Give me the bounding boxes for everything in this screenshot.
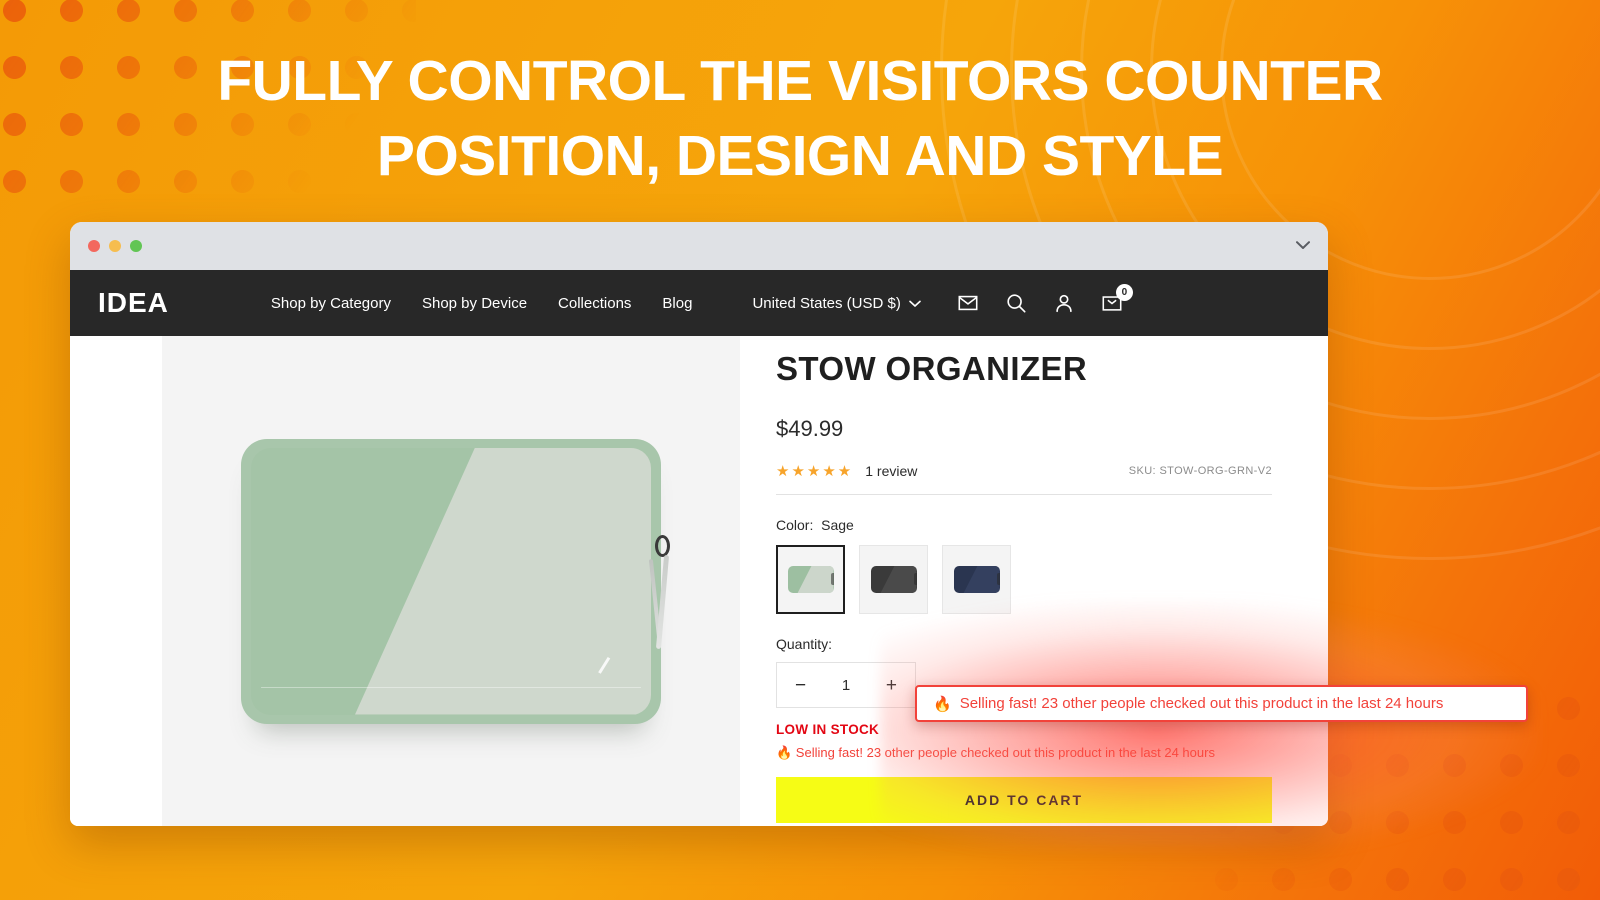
cart-count-badge: 0 bbox=[1115, 284, 1133, 301]
nav-item-collections[interactable]: Collections bbox=[558, 295, 631, 312]
quantity-decrement-button[interactable]: − bbox=[795, 676, 806, 695]
quantity-increment-button[interactable]: + bbox=[886, 676, 897, 695]
header-icon-group: 0 bbox=[957, 284, 1133, 314]
product-pouch-illustration bbox=[241, 438, 661, 724]
swatch-thumbnail bbox=[953, 566, 1000, 593]
maximize-window-icon[interactable] bbox=[130, 240, 142, 252]
site-header: IDEA Shop by Category Shop by Device Col… bbox=[70, 270, 1328, 336]
product-price: $49.99 bbox=[776, 416, 844, 441]
quantity-value[interactable]: 1 bbox=[842, 677, 850, 694]
quantity-stepper[interactable]: − 1 + bbox=[776, 662, 916, 708]
product-gallery[interactable] bbox=[162, 336, 740, 826]
review-count[interactable]: 1 review bbox=[865, 463, 917, 479]
chevron-down-icon[interactable] bbox=[1296, 237, 1310, 255]
browser-window: IDEA Shop by Category Shop by Device Col… bbox=[70, 222, 1328, 826]
fire-icon: 🔥 bbox=[933, 695, 952, 713]
product-page: STOW ORGANIZER $49.99 ★★★★★ 1 review SKU… bbox=[70, 336, 1328, 826]
site-logo[interactable]: IDEA bbox=[98, 287, 169, 319]
nav-item-shop-by-device[interactable]: Shop by Device bbox=[422, 295, 527, 312]
swatch-thumbnail bbox=[870, 566, 917, 593]
callout-text: Selling fast! 23 other people checked ou… bbox=[959, 695, 1444, 712]
promo-banner: FULLY CONTROL THE VISITORS COUNTER POSIT… bbox=[0, 0, 1600, 900]
product-sku: SKU: STOW-ORG-GRN-V2 bbox=[1128, 465, 1272, 477]
quantity-label: Quantity: bbox=[776, 636, 833, 652]
window-controls[interactable] bbox=[88, 240, 142, 252]
locale-selector[interactable]: United States (USD $) bbox=[752, 294, 921, 312]
cart-icon[interactable]: 0 bbox=[1101, 284, 1133, 314]
swatch-thumbnail bbox=[787, 566, 834, 593]
zipper-pull-icon bbox=[655, 534, 670, 557]
browser-titlebar bbox=[70, 222, 1328, 270]
close-window-icon[interactable] bbox=[88, 240, 100, 252]
banner-headline: FULLY CONTROL THE VISITORS COUNTER POSIT… bbox=[0, 44, 1600, 194]
pouch-seam bbox=[261, 686, 641, 703]
zipper-tape bbox=[655, 554, 670, 649]
color-swatch-navy[interactable] bbox=[942, 545, 1011, 614]
headline-line-1: FULLY CONTROL THE VISITORS COUNTER bbox=[217, 49, 1383, 113]
nav-item-blog[interactable]: Blog bbox=[662, 295, 692, 312]
pouch-zipper bbox=[648, 534, 675, 653]
stock-badge: LOW IN STOCK bbox=[776, 722, 880, 737]
product-image bbox=[241, 438, 670, 724]
pouch-front-panel bbox=[355, 447, 651, 715]
nav-item-shop-by-category[interactable]: Shop by Category bbox=[271, 295, 391, 312]
review-summary: ★★★★★ 1 review SKU: STOW-ORG-GRN-V2 bbox=[776, 462, 1272, 480]
account-icon[interactable] bbox=[1053, 292, 1075, 314]
product-details: STOW ORGANIZER $49.99 ★★★★★ 1 review SKU… bbox=[740, 336, 1328, 826]
pouch-body bbox=[251, 447, 651, 715]
visitor-counter-message: 🔥 Selling fast! 23 other people checked … bbox=[776, 745, 1215, 760]
color-swatch-group bbox=[776, 545, 1272, 614]
headline-line-2: POSITION, DESIGN AND STYLE bbox=[376, 124, 1224, 188]
color-option-label: Color: Sage bbox=[776, 517, 1272, 533]
minimize-window-icon[interactable] bbox=[109, 240, 121, 252]
mail-icon[interactable] bbox=[957, 292, 979, 314]
search-icon[interactable] bbox=[1005, 292, 1027, 314]
color-swatch-black[interactable] bbox=[859, 545, 928, 614]
color-option-value: Sage bbox=[821, 517, 854, 533]
color-option-key: Color: bbox=[776, 517, 814, 533]
divider bbox=[776, 494, 1272, 495]
star-rating-icon[interactable]: ★★★★★ bbox=[776, 462, 853, 480]
main-navigation: Shop by Category Shop by Device Collecti… bbox=[271, 295, 693, 312]
color-swatch-sage[interactable] bbox=[776, 545, 845, 614]
add-to-cart-button[interactable]: ADD TO CART bbox=[776, 777, 1272, 823]
product-title: STOW ORGANIZER bbox=[776, 350, 1088, 387]
visitor-counter-callout: 🔥 Selling fast! 23 other people checked … bbox=[915, 685, 1528, 722]
locale-label: United States (USD $) bbox=[752, 294, 901, 312]
chevron-down-icon bbox=[909, 295, 921, 312]
